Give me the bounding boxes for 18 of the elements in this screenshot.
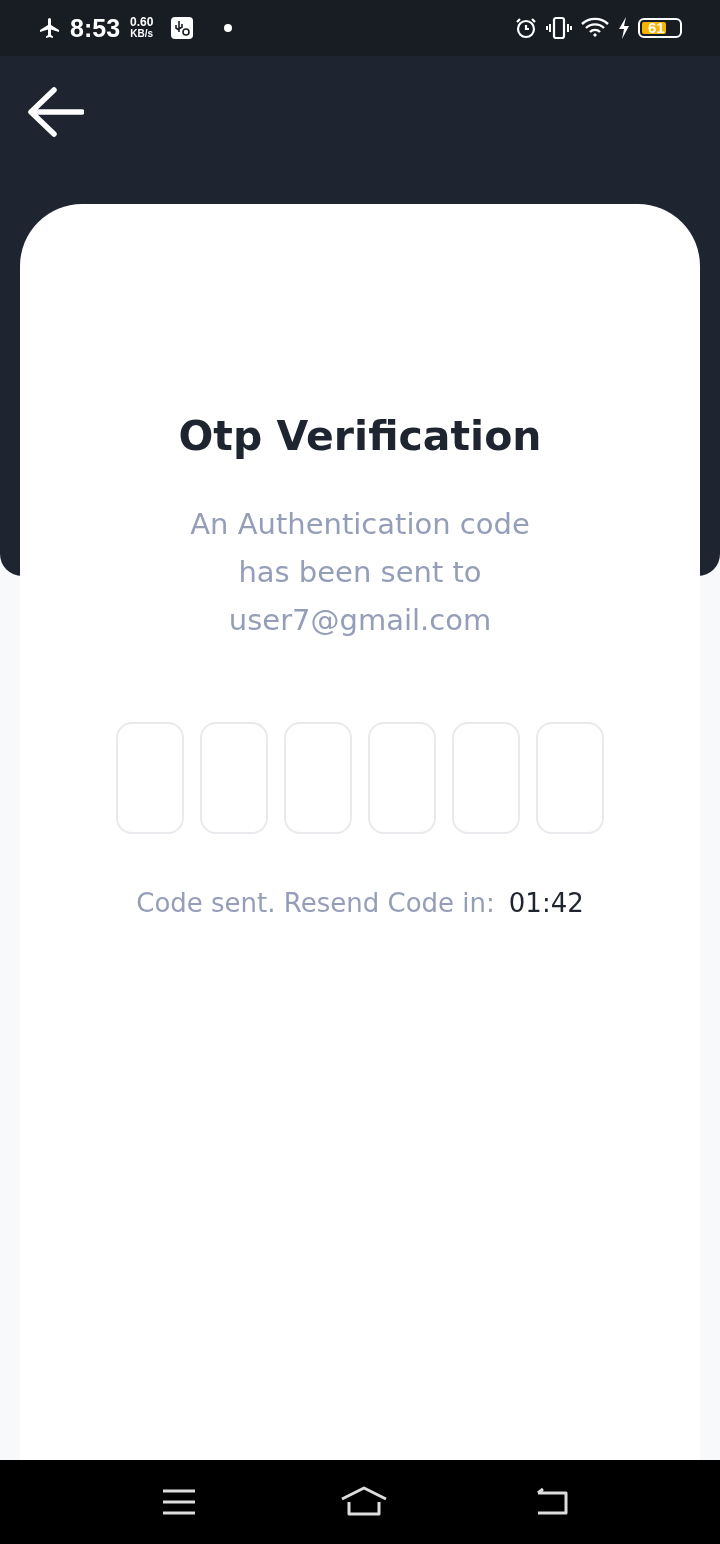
notification-dot-icon [223,23,234,33]
airplane-icon [38,16,62,40]
status-time: 8:53 [70,13,121,43]
resend-label: Code sent. Resend Code in: [136,888,495,918]
usb-settings-icon [171,17,194,39]
alarm-icon [514,16,538,40]
countdown-timer: 01:42 [508,888,584,918]
back-button[interactable] [26,86,84,138]
info-message: An Authentication code has been sent to user7@gmail.com [189,506,531,639]
page-title: Otp Verification [178,412,542,460]
speed-unit: KB/s [130,28,154,39]
charging-icon [618,17,630,39]
vibrate-icon [546,16,572,40]
battery-level: 61 [648,21,665,35]
network-speed: 0.60 [130,17,154,28]
home-button[interactable] [340,1486,388,1518]
menu-button[interactable] [162,1489,196,1515]
wifi-icon [580,16,610,40]
